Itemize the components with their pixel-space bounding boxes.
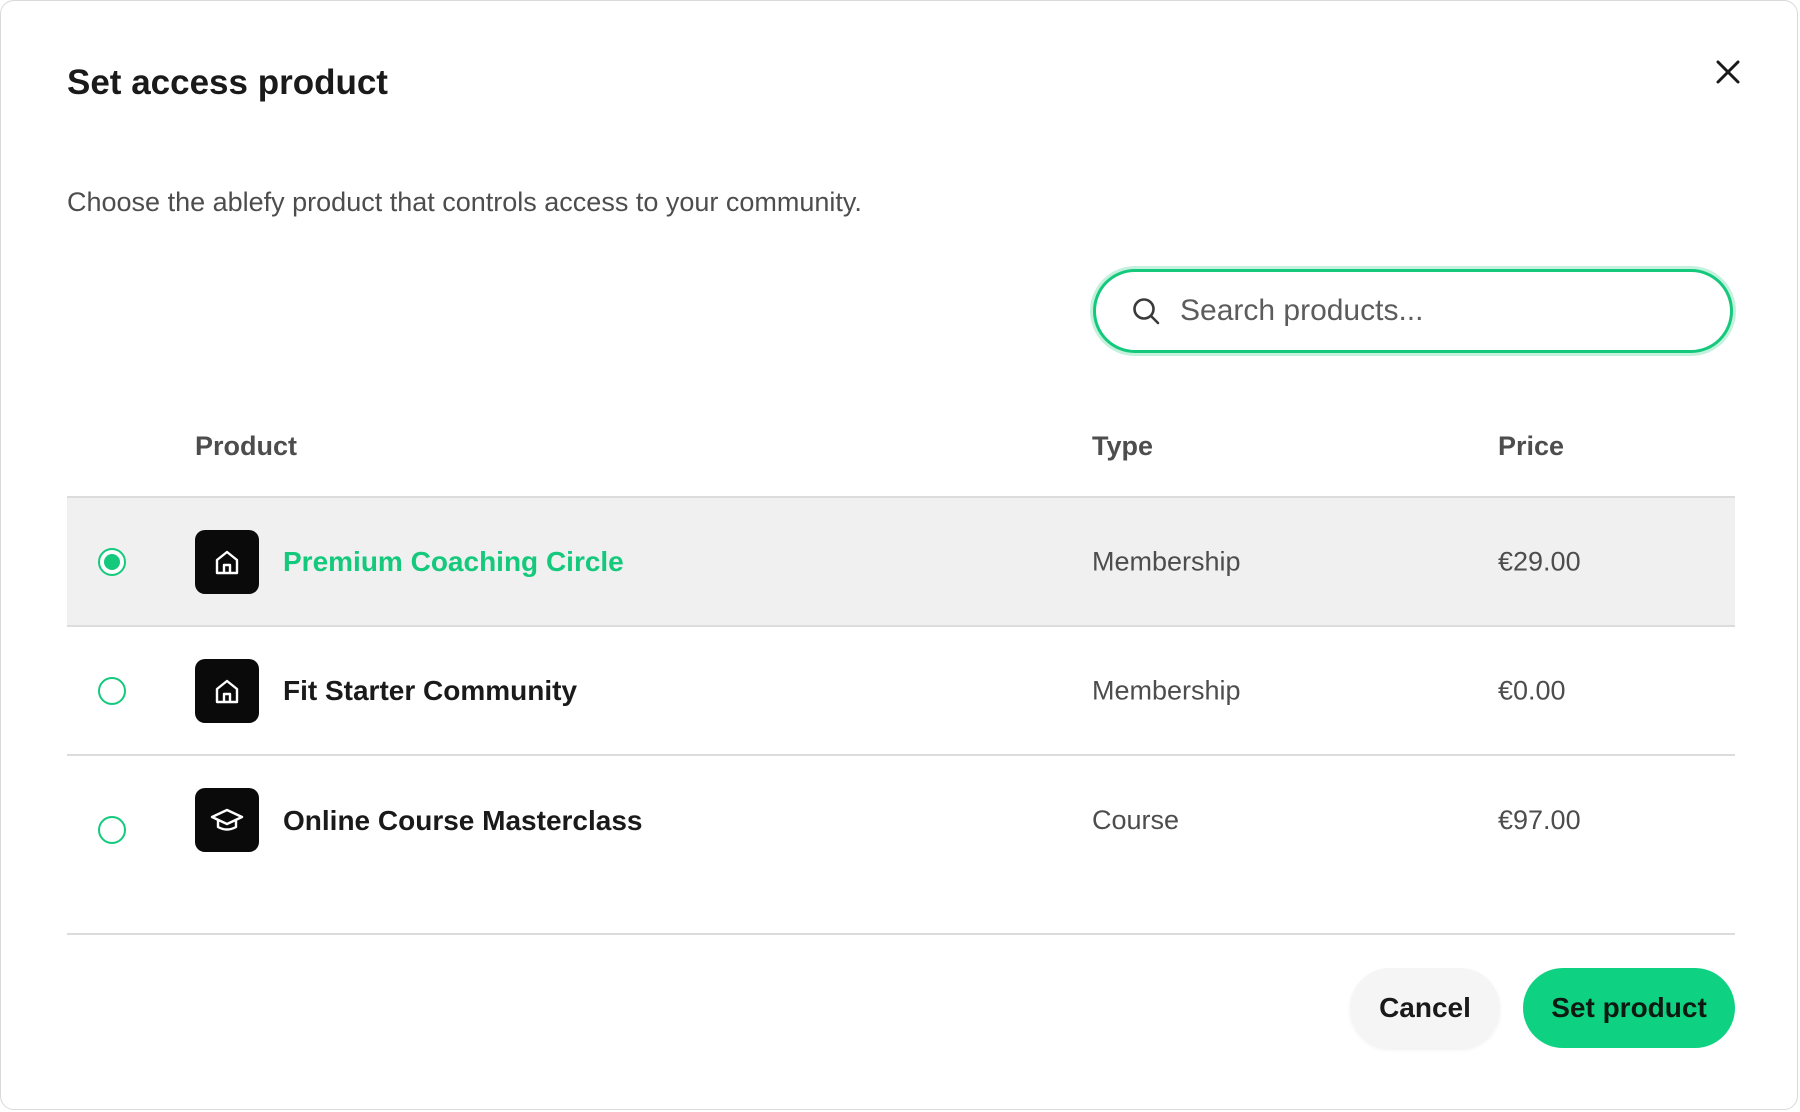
set-access-product-dialog: Set access product Choose the ablefy pro… [0,0,1798,1110]
column-header-price[interactable]: Price [1498,431,1564,462]
product-table: Premium Coaching Circle Membership €29.0… [67,496,1735,894]
product-price: €29.00 [1498,546,1581,576]
radio-dot [104,553,120,570]
column-header-type[interactable]: Type [1092,431,1153,462]
product-type: Membership [1092,546,1241,576]
cancel-button[interactable]: Cancel [1350,968,1500,1048]
product-name: Fit Starter Community [283,674,578,706]
close-button[interactable] [1709,55,1747,93]
set-product-button[interactable]: Set product [1523,968,1735,1048]
close-icon [1714,58,1742,91]
search-input[interactable] [1178,293,1702,329]
home-icon [195,658,259,723]
product-price: €97.00 [1498,805,1581,835]
product-name: Online Course Masterclass [283,805,643,836]
footer-divider [67,933,1735,935]
table-row[interactable]: Premium Coaching Circle Membership €29.0… [67,496,1735,625]
dialog-title: Set access product [67,63,388,102]
table-row[interactable]: Online Course Masterclass Course €97.00 [67,754,1735,894]
home-icon [195,529,259,594]
table-row[interactable]: Fit Starter Community Membership €0.00 [67,625,1735,754]
graduation-cap-icon [195,788,259,852]
product-price: €0.00 [1498,675,1566,705]
product-radio-selected[interactable] [98,547,126,576]
column-header-product[interactable]: Product [195,431,297,462]
product-radio[interactable] [98,676,126,705]
product-type: Membership [1092,675,1241,705]
product-type: Course [1092,805,1180,835]
dialog-subtitle: Choose the ablefy product that controls … [67,187,862,217]
product-radio[interactable] [98,816,126,844]
product-name: Premium Coaching Circle [283,545,624,577]
search-icon [1130,295,1162,327]
search-field[interactable] [1093,269,1733,353]
